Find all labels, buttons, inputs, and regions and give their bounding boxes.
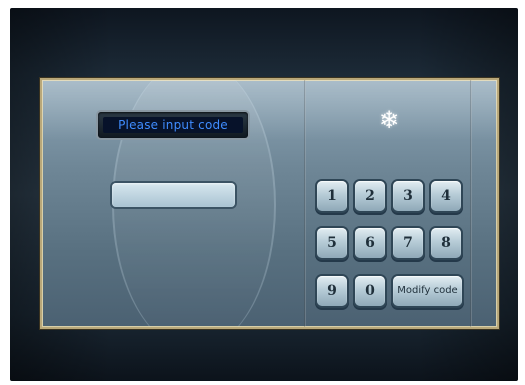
key-6-button[interactable]: 6 <box>355 228 385 258</box>
lock-panel: Please input code ❄ 1 2 3 4 5 6 7 8 9 0 … <box>40 78 499 329</box>
panel-divider-right <box>470 80 472 327</box>
key-0-button[interactable]: 0 <box>355 276 385 306</box>
snowflake-icon: ❄ <box>378 106 400 134</box>
key-8-button[interactable]: 8 <box>431 228 461 258</box>
key-1-button[interactable]: 1 <box>317 181 347 211</box>
device-frame: Please input code ❄ 1 2 3 4 5 6 7 8 9 0 … <box>10 8 518 381</box>
key-4-button[interactable]: 4 <box>431 181 461 211</box>
key-2-button[interactable]: 2 <box>355 181 385 211</box>
key-9-button[interactable]: 9 <box>317 276 347 306</box>
key-7-button[interactable]: 7 <box>393 228 423 258</box>
key-5-button[interactable]: 5 <box>317 228 347 258</box>
key-3-button[interactable]: 3 <box>393 181 423 211</box>
code-input[interactable] <box>112 183 235 207</box>
panel-divider-left <box>304 80 306 327</box>
prompt-text: Please input code <box>103 117 243 133</box>
modify-code-button[interactable]: Modify code <box>393 276 462 306</box>
prompt-display: Please input code <box>98 112 248 138</box>
